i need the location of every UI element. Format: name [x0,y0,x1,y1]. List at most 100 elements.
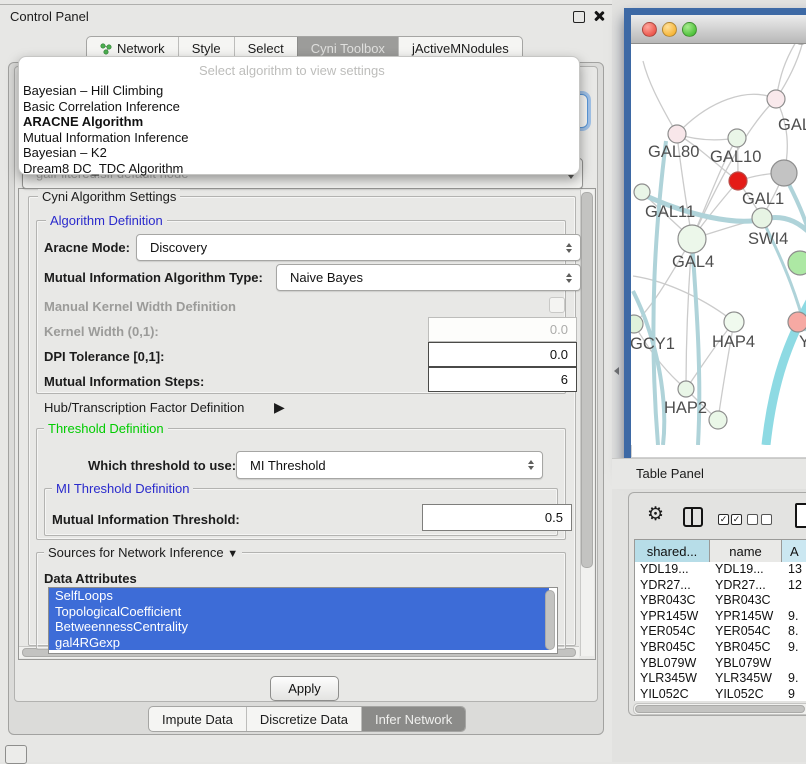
algorithm-option[interactable]: Basic Correlation Inference [23,99,575,115]
algorithm-option[interactable]: Dream8 DC_TDC Algorithm [23,161,575,177]
table-row[interactable]: YDL19...YDL19...13 [635,562,806,578]
table-row[interactable]: YIL052CYIL052C9 [635,687,806,701]
column-divider [691,509,693,525]
dpi-tolerance-label: DPI Tolerance [0,1]: [44,349,164,364]
network-node-label: GAL80 [648,143,699,161]
tab-network-label: Network [117,41,165,56]
table-row[interactable]: YBR045CYBR045C9. [635,640,806,656]
table-row[interactable]: YLR345WYLR345W9. [635,671,806,687]
network-node-label: GAL [778,116,806,134]
dpi-tolerance-field[interactable]: 0.0 [428,342,577,367]
network-node[interactable] [788,251,806,275]
stepper-icon [528,460,534,470]
sources-legend[interactable]: Sources for Network Inference ▼ [44,545,242,560]
network-node[interactable] [752,208,772,228]
network-node[interactable] [678,381,694,397]
network-node-label: GAL4 [672,253,714,271]
attribute-list-item[interactable]: TopologicalCoefficient [49,604,549,620]
algorithm-option[interactable]: Mutual Information Inference [23,130,575,146]
tab-infer-network[interactable]: Infer Network [361,707,465,731]
column-header-name[interactable]: name [710,540,782,563]
corner-button[interactable] [5,745,27,764]
network-edge[interactable] [633,291,664,445]
network-view-window[interactable]: GALGAL80GAL10GAL1GAL11SWI4GAL4GCY1HAP4YH… [624,8,806,465]
column-header-shared[interactable]: shared... [635,540,710,563]
table-row[interactable]: YBL079WYBL079W [635,656,806,672]
mi-type-combo[interactable]: Naive Bayes [276,264,581,291]
network-edge[interactable] [643,61,677,134]
dropdown-placeholder: Select algorithm to view settings [199,63,385,78]
tab-impute-data[interactable]: Impute Data [149,707,246,731]
network-edge[interactable] [677,94,776,134]
algorithm-dropdown[interactable]: Select algorithm to view settings Bayesi… [18,56,580,175]
attr-list-scrollbar[interactable] [545,590,555,650]
network-node[interactable] [729,172,747,190]
minimize-traffic-light[interactable] [662,22,677,37]
float-panel-icon[interactable] [573,11,585,23]
manual-kernel-label: Manual Kernel Width Definition [44,299,236,314]
network-node[interactable] [724,312,744,332]
network-node[interactable] [788,312,806,332]
deselect-all-checks-icon[interactable] [747,514,772,525]
table-row[interactable]: YBR043CYBR043C [635,593,806,609]
network-node-label: Y [799,333,806,351]
network-node[interactable] [634,184,650,200]
network-node[interactable] [709,411,727,429]
top-divider [0,4,612,5]
kernel-width-label: Kernel Width (0,1): [44,324,159,339]
table-panel: ⚙ ✓✓ shared... name A YDL19...YDL19...13… [628,492,806,716]
table-h-scrollbar-thumb[interactable] [635,705,805,713]
algorithm-definition-legend: Algorithm Definition [46,213,167,228]
column-view-icon[interactable] [683,507,703,527]
collapse-down-icon[interactable]: ▼ [227,548,238,560]
attribute-list-item[interactable]: SelfLoops [49,588,549,604]
algorithm-dropdown-list[interactable]: Bayesian – Hill ClimbingBasic Correlatio… [23,83,575,176]
network-node[interactable] [668,125,686,143]
network-edge[interactable] [633,276,734,322]
network-graph: GALGAL80GAL10GAL1GAL11SWI4GAL4GCY1HAP4YH… [631,44,806,445]
table-body[interactable]: YDL19...YDL19...13YDR27...YDR27...12YBR0… [634,562,806,701]
network-node-label: HAP4 [712,333,755,351]
tab-discretize-data[interactable]: Discretize Data [246,707,361,731]
network-node[interactable] [771,160,797,186]
v-scrollbar-thumb[interactable] [581,192,593,568]
apply-button[interactable]: Apply [270,676,339,701]
gear-icon[interactable]: ⚙ [647,503,664,526]
network-node-label: GAL1 [742,190,784,208]
stepper-icon [566,273,572,283]
algorithm-option[interactable]: ARACNE Algorithm [23,114,575,130]
network-node[interactable] [678,225,706,253]
zoom-traffic-light[interactable] [682,22,697,37]
manual-kernel-checkbox[interactable] [549,297,565,313]
mi-threshold-legend: MI Threshold Definition [52,481,193,496]
data-attributes-list[interactable]: SelfLoopsTopologicalCoefficientBetweenne… [48,587,558,654]
column-header-third[interactable]: A [782,540,806,563]
splitter-grip-icon[interactable] [614,367,619,375]
close-icon[interactable] [593,10,605,22]
table-row[interactable]: YDR27...YDR27...12 [635,578,806,594]
aracne-mode-label: Aracne Mode: [44,240,130,255]
network-node[interactable] [631,315,643,333]
network-canvas[interactable]: GALGAL80GAL10GAL1GAL11SWI4GAL4GCY1HAP4YH… [631,44,806,445]
mi-threshold-label: Mutual Information Threshold: [52,512,240,527]
which-threshold-combo[interactable]: MI Threshold [236,451,543,479]
kernel-width-field[interactable]: 0.0 [428,317,577,342]
aracne-mode-combo[interactable]: Discovery [136,234,581,261]
expand-right-icon[interactable]: ▶ [274,399,285,416]
attribute-list-item[interactable]: BetweennessCentrality [49,619,549,635]
mi-threshold-field[interactable]: 0.5 [422,504,572,531]
network-node[interactable] [728,129,746,147]
network-window-titlebar[interactable] [631,15,806,44]
new-table-icon[interactable] [795,503,806,528]
hub-definition-label[interactable]: Hub/Transcription Factor Definition [44,400,244,415]
attribute-list-item[interactable]: gal4RGexp [49,635,549,651]
mi-steps-field[interactable]: 6 [428,367,577,392]
table-row[interactable]: YER054CYER054C8. [635,624,806,640]
network-node[interactable] [767,90,785,108]
close-traffic-light[interactable] [642,22,657,37]
algorithm-option[interactable]: Bayesian – Hill Climbing [23,83,575,99]
select-all-checks-icon[interactable]: ✓✓ [718,514,742,525]
table-row[interactable]: YPR145WYPR145W9. [635,609,806,625]
network-tab-icon [100,43,112,55]
algorithm-option[interactable]: Bayesian – K2 [23,145,575,161]
